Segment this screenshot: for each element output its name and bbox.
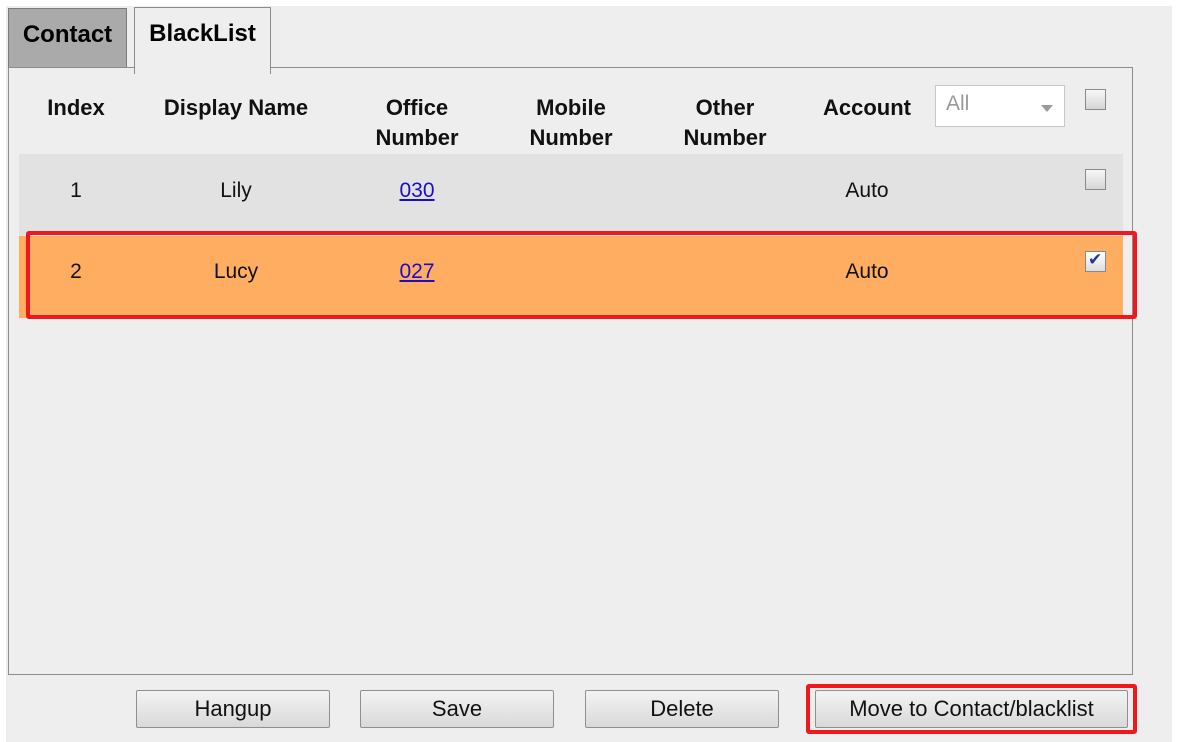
office-number-link[interactable]: 027 (399, 260, 434, 284)
checkmark-icon: ✔ (1088, 250, 1103, 269)
account-filter-dropdown[interactable]: All (935, 85, 1065, 127)
header-mobile-number: Mobile Number (529, 93, 612, 153)
header-index: Index (47, 95, 105, 120)
row-index: 1 (70, 179, 82, 202)
header-account: Account (823, 95, 911, 120)
row-checkbox-checked[interactable]: ✔ (1085, 250, 1106, 272)
move-to-contact-blacklist-button[interactable]: Move to Contact/blacklist (815, 690, 1128, 728)
office-number-link[interactable]: 030 (399, 179, 434, 203)
header-display-name: Display Name (163, 95, 309, 120)
row-display-name: Lucy (213, 260, 259, 283)
row-checkbox[interactable] (1085, 169, 1106, 190)
table-row[interactable]: 1 Lily 030 Auto (19, 154, 1123, 236)
row-display-name: Lily (220, 179, 252, 202)
chevron-down-icon (1041, 105, 1053, 112)
table-row-selected[interactable]: 2 Lucy 027 Auto ✔ (19, 236, 1123, 318)
header-other-line1: Other (695, 95, 755, 120)
hangup-button[interactable]: Hangup (136, 690, 330, 728)
tab-blacklist[interactable]: BlackList (134, 7, 271, 74)
header-other-number: Other Number (683, 93, 766, 153)
header-mobile-line2: Number (529, 125, 613, 150)
account-filter-value: All (946, 92, 970, 115)
header-office-line2: Number (375, 125, 459, 150)
select-all-checkbox[interactable] (1085, 89, 1106, 110)
row-account: Auto (845, 260, 889, 283)
header-office-number: Office Number (375, 93, 458, 153)
row-index: 2 (70, 260, 82, 283)
delete-button[interactable]: Delete (585, 690, 779, 728)
tab-contact[interactable]: Contact (8, 8, 127, 72)
header-mobile-line1: Mobile (536, 95, 606, 120)
header-office-line1: Office (385, 95, 449, 120)
blacklist-panel: Index Display Name Office Number Mobile … (8, 67, 1137, 675)
header-other-line2: Number (683, 125, 767, 150)
row-account: Auto (845, 179, 889, 202)
save-button[interactable]: Save (360, 690, 554, 728)
